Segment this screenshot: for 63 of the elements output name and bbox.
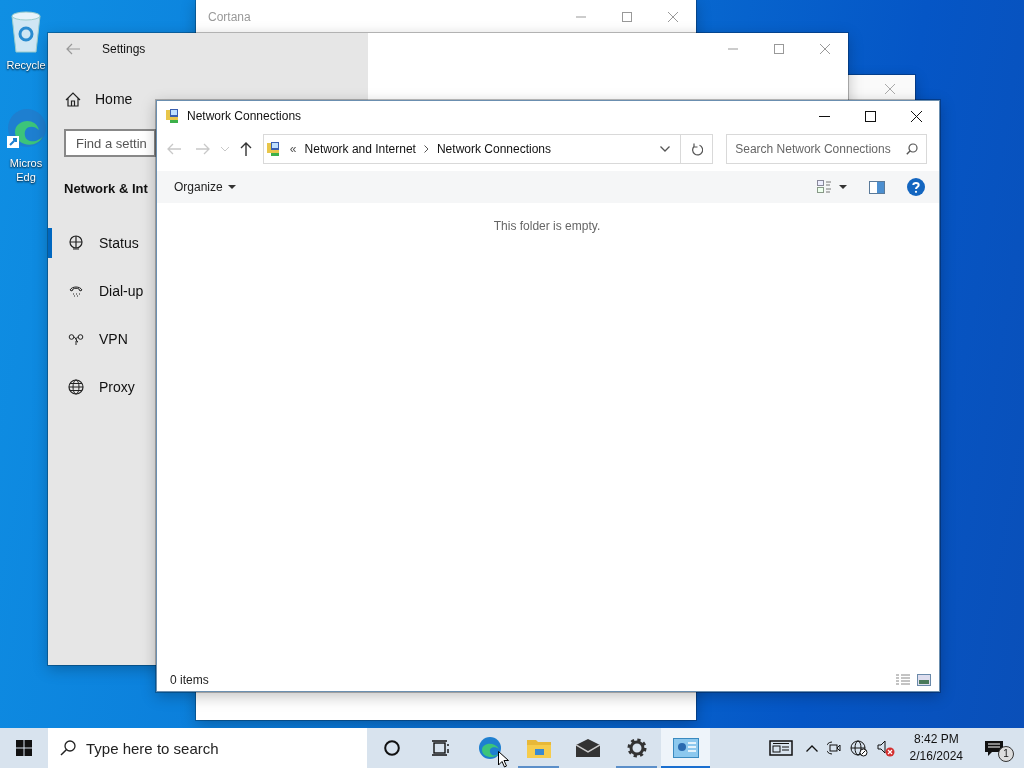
home-icon[interactable] [65, 91, 81, 107]
vpn-icon [68, 331, 84, 347]
edge-icon [477, 736, 502, 760]
search-icon [60, 740, 76, 756]
help-icon[interactable] [907, 178, 925, 196]
speaker-muted-icon[interactable] [876, 739, 895, 757]
network-folder-icon [165, 108, 181, 124]
search-field[interactable]: Find a settin [64, 129, 156, 157]
view-options-icon[interactable] [817, 180, 847, 194]
home-link[interactable]: Home [95, 91, 133, 107]
breadcrumb[interactable]: Network and Internet [304, 142, 416, 156]
refresh-icon [690, 142, 703, 156]
notification-count: 1 [998, 746, 1014, 762]
search-icon [906, 143, 918, 155]
globe-icon [68, 235, 84, 251]
camera-icon[interactable] [826, 740, 841, 756]
taskbar-button[interactable] [661, 728, 710, 768]
mail-icon [575, 739, 600, 757]
close-icon[interactable] [911, 110, 922, 122]
breadcrumb[interactable]: Network Connections [436, 142, 551, 156]
window-title: Network Connections [187, 109, 303, 123]
organize-menu[interactable]: Organize [174, 180, 236, 194]
phone-icon [68, 283, 84, 299]
mouse-cursor-icon [498, 751, 509, 768]
message-icon [984, 739, 1004, 757]
folder-icon [526, 738, 551, 758]
gear-icon [625, 737, 648, 759]
search-field[interactable]: Type here to search [48, 728, 367, 768]
globe-icon [68, 379, 84, 395]
clock-date[interactable]: 2/16/2024 [909, 748, 963, 765]
section-heading: Network & Int [64, 181, 148, 196]
nav-item[interactable]: Dial-up [48, 276, 148, 306]
nav-item[interactable]: Proxy [48, 372, 139, 402]
notification-center-button[interactable]: 1 [984, 733, 1014, 763]
caret-icon [227, 185, 236, 189]
control-panel-icon [672, 738, 699, 758]
start-button[interactable] [16, 740, 32, 756]
empty-folder-message: This folder is empty. [493, 219, 602, 233]
globe-icon[interactable] [849, 739, 868, 757]
preview-pane-icon[interactable] [869, 180, 885, 194]
desktop-icon-label[interactable]: Micros [9, 156, 43, 170]
breadcrumb-separator-icon [423, 145, 429, 153]
news-icon[interactable] [768, 740, 793, 756]
maximize-icon[interactable] [865, 110, 876, 122]
address-bar[interactable]: « Network and Internet Network Connections [262, 134, 682, 164]
clock-time[interactable]: 8:42 PM [913, 731, 959, 748]
nav-item[interactable]: VPN [48, 324, 132, 354]
chevron-down-icon[interactable] [660, 146, 671, 152]
large-icons-view-icon[interactable] [917, 674, 931, 686]
refresh-button[interactable] [681, 134, 714, 164]
nav-item[interactable]: Status [48, 228, 143, 258]
window-title: Cortana [208, 9, 252, 24]
chevron-up-icon[interactable] [805, 744, 818, 752]
search-field[interactable]: Search Network Connections [726, 134, 927, 164]
task-view-icon[interactable] [431, 740, 450, 756]
network-folder-icon [265, 141, 282, 157]
up-arrow-icon[interactable] [240, 142, 252, 156]
desktop-icon-label[interactable]: Edg [16, 170, 36, 184]
item-count: 0 items [170, 673, 210, 687]
overflow-chevron[interactable]: « [289, 142, 297, 156]
cortana-icon[interactable] [383, 740, 400, 756]
desktop-icon-label[interactable]: Recycle [6, 58, 46, 72]
window-title: Settings [102, 42, 146, 56]
